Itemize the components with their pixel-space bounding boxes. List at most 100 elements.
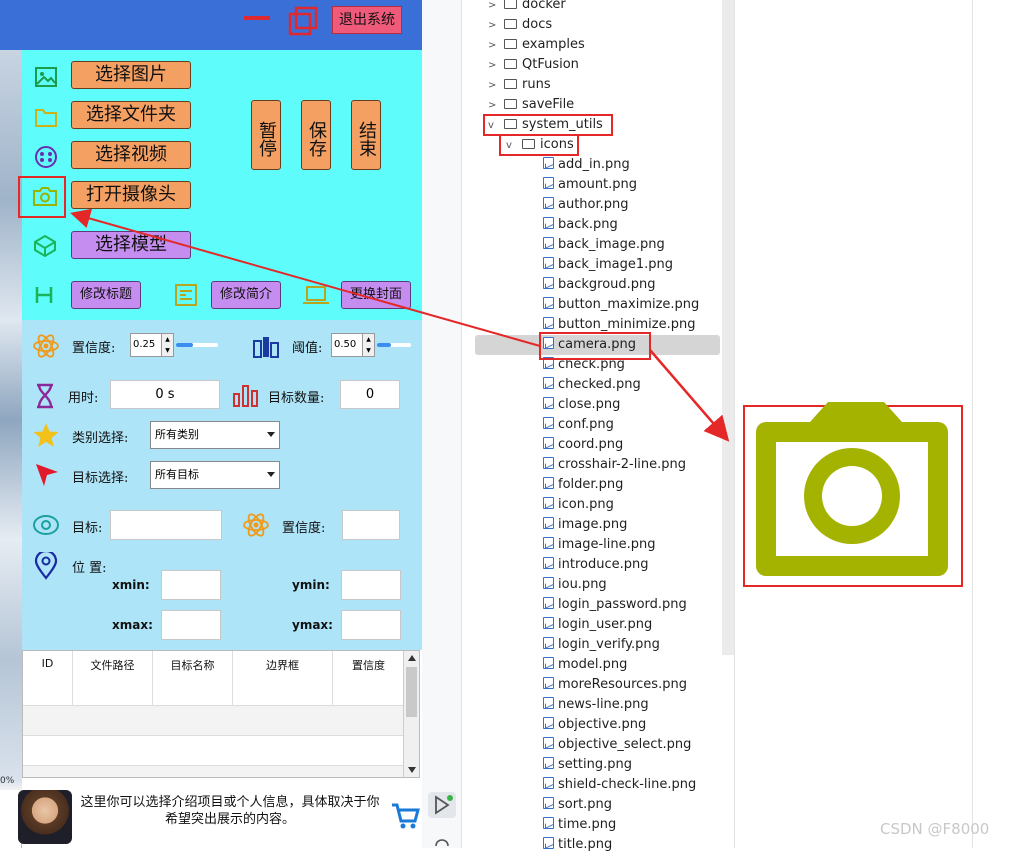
tree-file-model[interactable]: model.png bbox=[543, 655, 627, 675]
tree-label: saveFile bbox=[522, 97, 575, 112]
table-header-path[interactable]: 文件路径 bbox=[73, 651, 153, 705]
exit-button[interactable]: 退出系统 bbox=[332, 6, 402, 34]
tree-label: amount.png bbox=[558, 177, 638, 192]
tree-file-checked[interactable]: checked.png bbox=[543, 375, 641, 395]
tree-folder-runs[interactable]: > runs bbox=[488, 75, 551, 95]
tree-file-iou[interactable]: iou.png bbox=[543, 575, 607, 595]
spin-down-icon[interactable]: ▼ bbox=[161, 345, 173, 356]
image-file-icon bbox=[543, 177, 554, 189]
python-icon[interactable] bbox=[432, 834, 452, 848]
tree-folder-docker[interactable]: > docker bbox=[488, 0, 566, 15]
tree-folder-docs[interactable]: > docs bbox=[488, 15, 552, 35]
tree-file-moreresources[interactable]: moreResources.png bbox=[543, 675, 687, 695]
end-button[interactable]: 结束 bbox=[351, 100, 381, 170]
tree-file-icon[interactable]: icon.png bbox=[543, 495, 614, 515]
tree-label: add_in.png bbox=[558, 157, 630, 172]
save-button[interactable]: 保存 bbox=[301, 100, 331, 170]
edit-title-button[interactable]: 修改标题 bbox=[71, 281, 141, 309]
tree-folder-examples[interactable]: > examples bbox=[488, 35, 585, 55]
tree-file-image[interactable]: image.png bbox=[543, 515, 627, 535]
tree-file-setting[interactable]: setting.png bbox=[543, 755, 632, 775]
run-button[interactable] bbox=[428, 792, 456, 818]
tree-file-sort[interactable]: sort.png bbox=[543, 795, 612, 815]
open-camera-button[interactable]: 打开摄像头 bbox=[71, 181, 191, 209]
class-select[interactable]: 所有类别 bbox=[150, 421, 280, 449]
table-scrollbar[interactable] bbox=[403, 651, 419, 777]
tree-file-folder[interactable]: folder.png bbox=[543, 475, 623, 495]
edit-intro-button[interactable]: 修改简介 bbox=[211, 281, 281, 309]
table-row[interactable] bbox=[23, 705, 405, 735]
scroll-up-icon[interactable] bbox=[408, 655, 416, 661]
spin-up-icon[interactable]: ▲ bbox=[161, 334, 173, 345]
select-video-button[interactable]: 选择视频 bbox=[71, 141, 191, 169]
tree-file-coord[interactable]: coord.png bbox=[543, 435, 623, 455]
table-row[interactable] bbox=[23, 735, 405, 765]
tree-label: runs bbox=[522, 77, 551, 92]
tree-file-time[interactable]: time.png bbox=[543, 815, 616, 835]
tree-label: QtFusion bbox=[522, 57, 579, 72]
tree-label: setting.png bbox=[558, 757, 632, 772]
results-table[interactable]: ID 文件路径 目标名称 边界框 置信度 bbox=[22, 650, 420, 778]
threshold-spinbox[interactable]: 0.50 ▲ ▼ bbox=[331, 333, 375, 357]
spin-down-icon[interactable]: ▼ bbox=[362, 345, 374, 356]
tree-file-login-verify[interactable]: login_verify.png bbox=[543, 635, 660, 655]
panel-divider bbox=[734, 0, 735, 848]
cursor-arrow-icon bbox=[36, 464, 58, 486]
spin-up-icon[interactable]: ▲ bbox=[362, 334, 374, 345]
threshold-slider[interactable] bbox=[377, 343, 411, 347]
tree-label: backgroud.png bbox=[558, 277, 656, 292]
tree-label: author.png bbox=[558, 197, 629, 212]
intro-icon bbox=[175, 284, 197, 306]
tree-file-login-user[interactable]: login_user.png bbox=[543, 615, 652, 635]
tree-file-back-image[interactable]: back_image.png bbox=[543, 235, 665, 255]
tree-file-backgroud[interactable]: backgroud.png bbox=[543, 275, 656, 295]
tree-file-conf[interactable]: conf.png bbox=[543, 415, 614, 435]
table-header-bbox[interactable]: 边界框 bbox=[233, 651, 333, 705]
cart-icon[interactable] bbox=[390, 802, 420, 830]
minimize-button[interactable] bbox=[244, 16, 270, 20]
scroll-thumb[interactable] bbox=[406, 667, 417, 717]
video-icon bbox=[35, 146, 57, 168]
select-image-button[interactable]: 选择图片 bbox=[71, 61, 191, 89]
tree-file-login-password[interactable]: login_password.png bbox=[543, 595, 687, 615]
change-cover-button[interactable]: 更换封面 bbox=[341, 281, 411, 309]
table-header-id[interactable]: ID bbox=[23, 651, 73, 705]
scroll-down-icon[interactable] bbox=[408, 767, 416, 773]
chevron-down-icon bbox=[267, 432, 275, 437]
confidence-slider-fill bbox=[176, 343, 193, 347]
target-select[interactable]: 所有目标 bbox=[150, 461, 280, 489]
tree-file-crosshair-2-line[interactable]: crosshair-2-line.png bbox=[543, 455, 686, 475]
tree-file-shield-check-line[interactable]: shield-check-line.png bbox=[543, 775, 696, 795]
select-model-button[interactable]: 选择模型 bbox=[71, 231, 191, 259]
pause-button[interactable]: 暂停 bbox=[251, 100, 281, 170]
select-folder-button[interactable]: 选择文件夹 bbox=[71, 101, 191, 129]
tree-file-button-maximize[interactable]: button_maximize.png bbox=[543, 295, 699, 315]
tree-file-back[interactable]: back.png bbox=[543, 215, 618, 235]
tree-file-close[interactable]: close.png bbox=[543, 395, 620, 415]
tree-file-add-in[interactable]: add_in.png bbox=[543, 155, 630, 175]
image-file-icon bbox=[543, 257, 554, 269]
table-header-name[interactable]: 目标名称 bbox=[153, 651, 233, 705]
time-display: 0 s bbox=[110, 380, 220, 409]
tree-folder-qtfusion[interactable]: > QtFusion bbox=[488, 55, 579, 75]
tree-file-introduce[interactable]: introduce.png bbox=[543, 555, 648, 575]
tree-file-objective[interactable]: objective.png bbox=[543, 715, 646, 735]
tree-file-image-line[interactable]: image-line.png bbox=[543, 535, 656, 555]
table-row[interactable] bbox=[23, 765, 405, 777]
tree-scrollbar[interactable] bbox=[722, 0, 734, 655]
watermark: CSDN @F8000 bbox=[880, 820, 990, 838]
tree-file-back-image1[interactable]: back_image1.png bbox=[543, 255, 673, 275]
confidence-spinbox[interactable]: 0.25 ▲ ▼ bbox=[130, 333, 174, 357]
maximize-button[interactable] bbox=[288, 6, 318, 36]
table-header-confidence[interactable]: 置信度 bbox=[333, 651, 405, 705]
tree-file-news-line[interactable]: news-line.png bbox=[543, 695, 649, 715]
confidence-slider[interactable] bbox=[176, 343, 218, 347]
tree-file-author[interactable]: author.png bbox=[543, 195, 629, 215]
tree-file-objective-select[interactable]: objective_select.png bbox=[543, 735, 691, 755]
tree-file-title[interactable]: title.png bbox=[543, 835, 612, 855]
atom-icon bbox=[243, 513, 269, 537]
threshold-icon bbox=[253, 337, 279, 358]
tree-file-amount[interactable]: amount.png bbox=[543, 175, 637, 195]
tree-folder-savefile[interactable]: > saveFile bbox=[488, 95, 574, 115]
play-icon bbox=[435, 795, 453, 815]
